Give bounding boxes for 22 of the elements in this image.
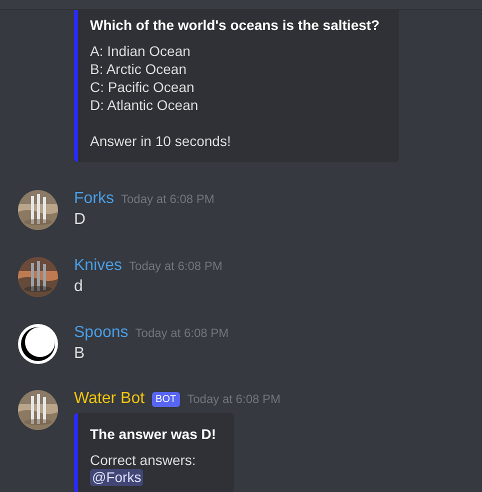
username[interactable]: Knives: [74, 257, 122, 275]
embed-title: The answer was D!: [90, 425, 218, 443]
message-text: B: [74, 344, 86, 364]
embed-footer: Answer in 10 seconds!: [90, 132, 387, 150]
answer-option: D: Atlantic Ocean: [90, 96, 387, 114]
embed-text: Correct answers:: [90, 451, 197, 469]
timestamp: Today at 6:08 PM: [129, 259, 222, 273]
answer-option: A: Indian Ocean: [90, 42, 387, 60]
embed-title: Which of the world's oceans is the saltiest?: [90, 16, 381, 34]
answer-option: C: Pacific Ocean: [90, 78, 387, 96]
bot-tag: BOT: [152, 392, 180, 406]
timestamp: Today at 6:08 PM: [121, 192, 214, 206]
timestamp: Today at 6:08 PM: [187, 392, 280, 406]
username[interactable]: Water Bot: [74, 390, 145, 408]
timestamp: Today at 6:08 PM: [135, 326, 229, 340]
username[interactable]: Forks: [74, 190, 114, 208]
crescent-icon: [18, 324, 58, 364]
message-text: D: [74, 210, 87, 230]
username[interactable]: Spoons: [74, 324, 128, 342]
message-text: d: [74, 277, 84, 297]
answer-option: B: Arctic Ocean: [90, 60, 387, 78]
user-mention[interactable]: @Forks: [90, 469, 144, 486]
